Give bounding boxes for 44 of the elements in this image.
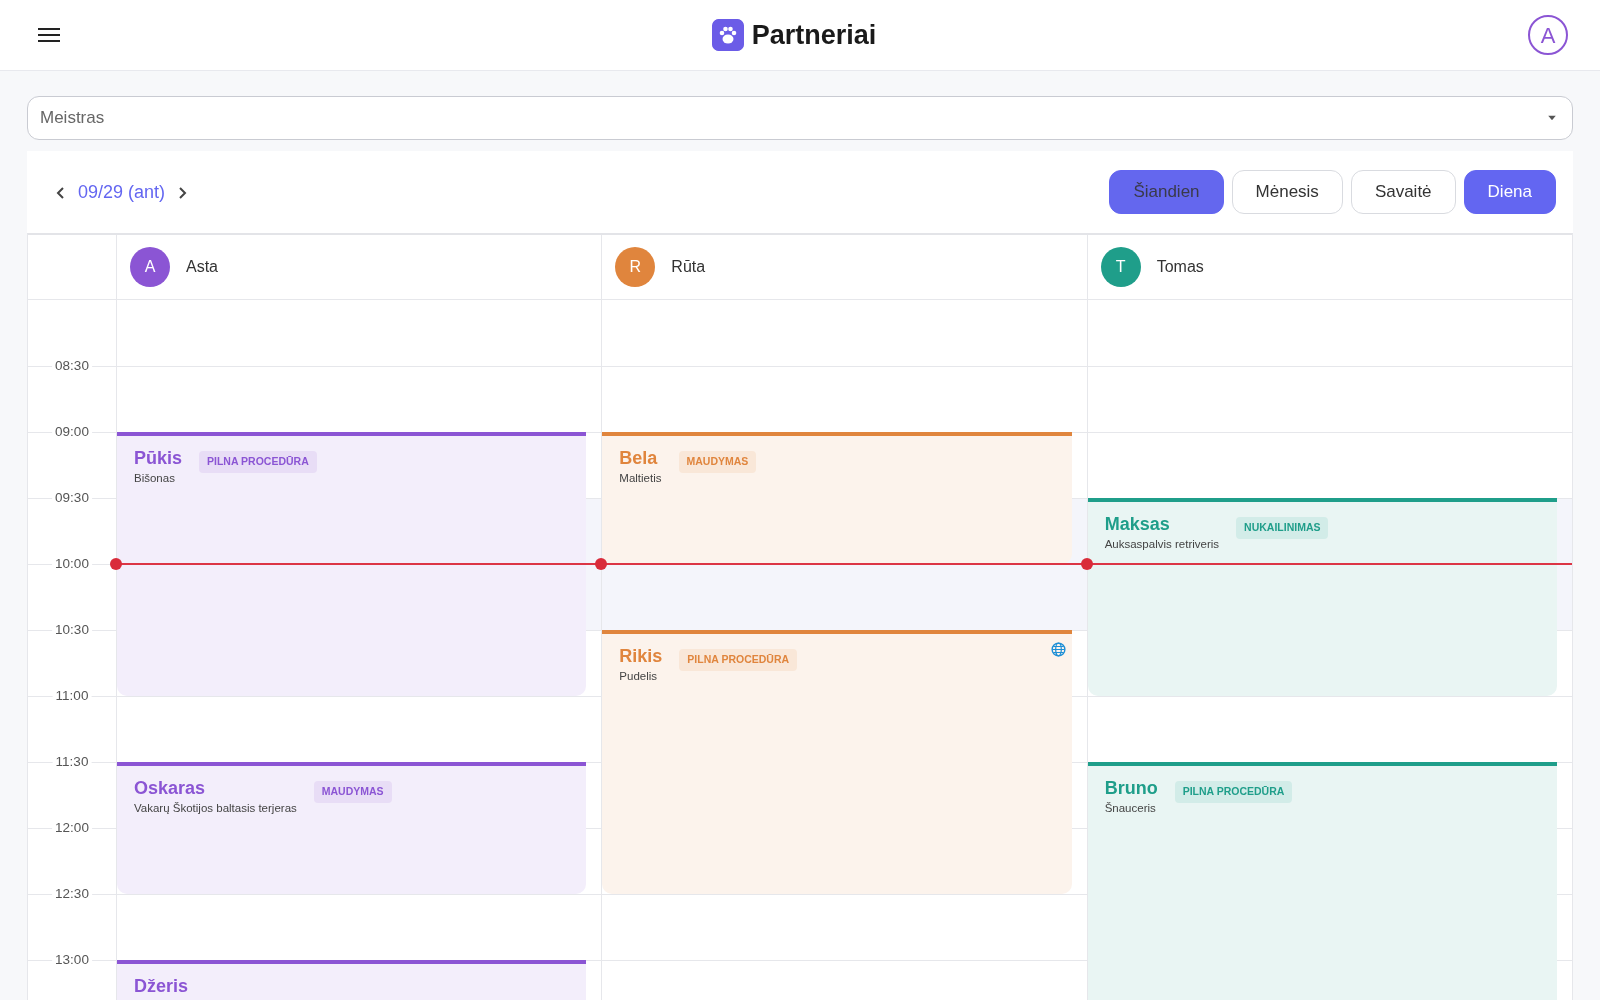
breed-label: Vakarų Škotijos baltasis terjeras — [134, 801, 297, 816]
staff-avatar: T — [1100, 247, 1141, 287]
service-tag: MAUDYMAS — [313, 781, 392, 803]
date-label[interactable]: 09/29 (ant) — [78, 178, 166, 206]
paw-logo-icon — [711, 19, 744, 51]
pet-name: Rikis — [619, 645, 663, 667]
pet-name: Bruno — [1104, 777, 1158, 799]
appointment-card[interactable]: Pūkis Bišonas PILNA PROCEDŪRA — [117, 432, 587, 696]
service-tag: NUKAILINIMAS — [1236, 517, 1329, 539]
service-tag: PILNA PROCEDŪRA — [199, 451, 317, 473]
pet-name: Pūkis — [134, 447, 183, 469]
service-tag: MAUDYMAS — [678, 451, 757, 473]
pet-name: Maksas — [1104, 513, 1171, 535]
breed-label: Pudelis — [619, 669, 659, 684]
pet-name: Oskaras — [134, 777, 207, 799]
master-select[interactable]: Meistras — [27, 96, 1573, 140]
breed-label: Maltietis — [619, 471, 662, 486]
view-tab[interactable]: Savaitė — [1350, 170, 1456, 214]
pet-name: Džeris — [134, 975, 189, 997]
chevron-left-icon — [56, 185, 66, 200]
current-time-dot — [110, 558, 122, 570]
appointment-card[interactable]: Bruno Šnauceris PILNA PROCEDŪRA — [1087, 762, 1557, 1000]
service-tag: PILNA PROCEDŪRA — [1174, 781, 1293, 803]
staff-name: Tomas — [1156, 257, 1204, 277]
appointment-card[interactable]: Bela Maltietis MAUDYMAS — [602, 432, 1072, 564]
menu-icon[interactable] — [38, 27, 60, 43]
user-avatar[interactable]: A — [1528, 15, 1568, 55]
service-tag: PILNA PROCEDŪRA — [679, 649, 798, 671]
breed-label: Auksaspalvis retriveris — [1104, 537, 1220, 552]
chevron-right-icon — [177, 185, 188, 200]
breed-label: Bišonas — [134, 471, 176, 486]
staff-avatar: R — [615, 247, 656, 287]
appointment-card[interactable]: Rikis Pudelis PILNA PROCEDŪRA — [602, 630, 1072, 894]
appointment-card[interactable]: Oskaras Vakarų Škotijos baltasis terjeras MAUDYMAS — [117, 762, 587, 894]
view-tab[interactable]: Mėnesis — [1231, 170, 1343, 214]
view-tab[interactable]: Diena — [1463, 170, 1556, 214]
staff-name: Rūta — [671, 257, 706, 277]
app-title: Partneriai — [751, 18, 877, 52]
appointment-card[interactable]: Maksas Auksaspalvis retriveris NUKAILINIMAS — [1087, 498, 1557, 696]
pet-name: Bela — [619, 447, 659, 469]
breed-label: Šnauceris — [1104, 801, 1157, 816]
staff-name: Asta — [186, 257, 218, 277]
appointment-card[interactable]: Džeris — [117, 960, 587, 1000]
staff-avatar: A — [130, 247, 170, 287]
